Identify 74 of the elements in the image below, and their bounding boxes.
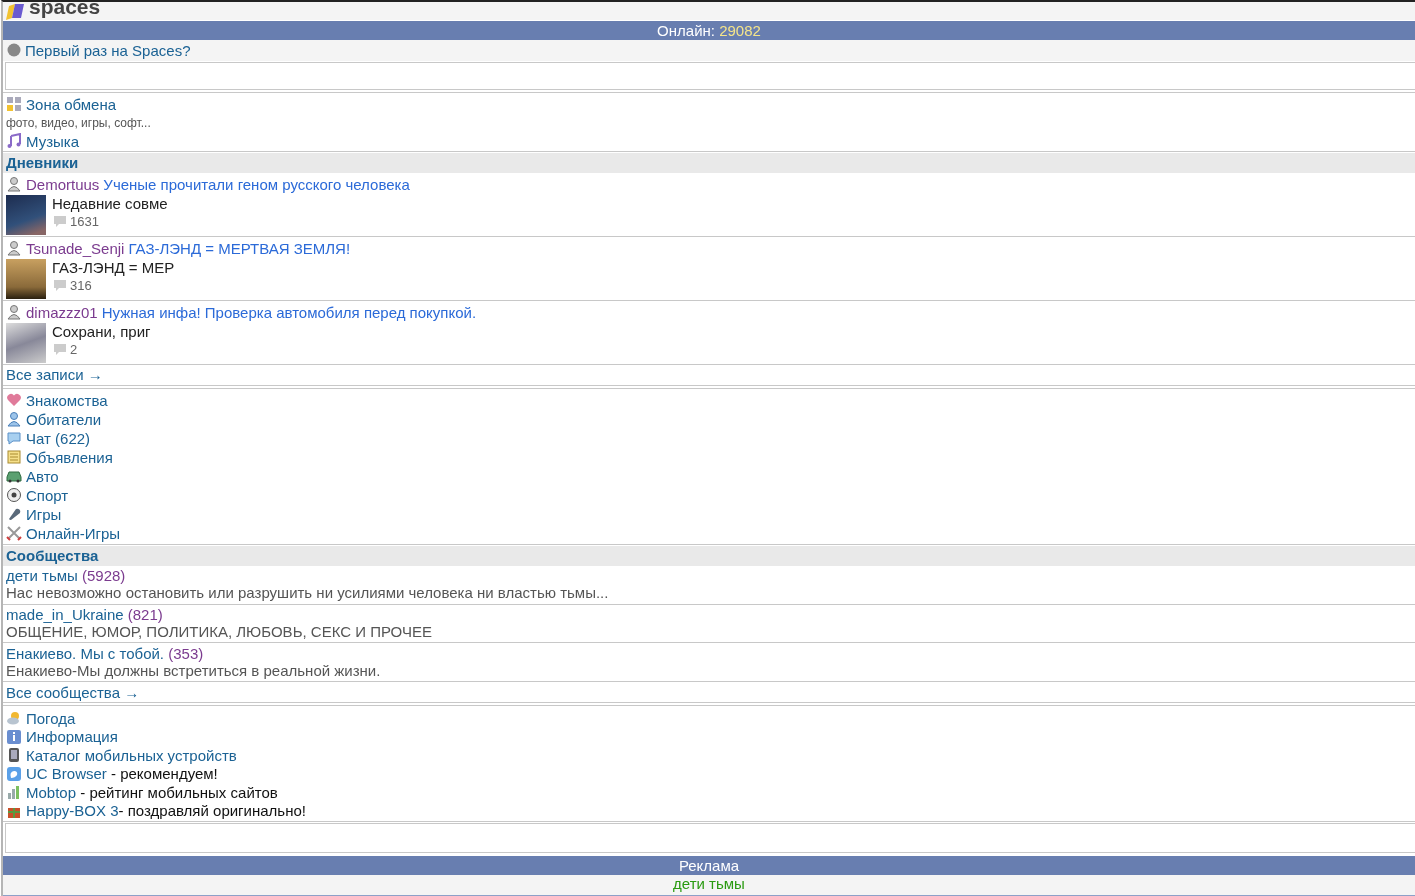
menu-link[interactable]: Знакомства [26, 391, 108, 409]
grid-icon [6, 96, 22, 113]
service-note: - рекомендуем! [110, 765, 218, 783]
exchange-subtitle: фото, видео, игры, софт... [6, 114, 152, 132]
post-title-link[interactable]: Нужная инфа! Проверка автомобиля перед покупкой. [101, 303, 477, 321]
notice-board-icon [6, 449, 22, 466]
menu-link[interactable]: Чат (622) [26, 429, 91, 447]
user-icon [6, 176, 22, 193]
ad-link[interactable]: дети тьмы [673, 875, 745, 893]
community-description: ОБЩЕНИЕ, ЮМОР, ПОЛИТИКА, ЛЮБОВЬ, СЕКС И ПРОЧЕЕ [6, 622, 433, 641]
photo-placeholder [6, 258, 46, 299]
service-note: - поздравляй оригинально! [118, 802, 306, 820]
logo-icon [5, 3, 25, 20]
all-communities-link[interactable]: Все сообщества → [6, 683, 140, 701]
post-excerpt: Сохрани, приг [52, 322, 151, 341]
post-excerpt: Недавние совме [52, 194, 168, 213]
menu-link[interactable]: Объявления [26, 448, 113, 466]
menu-link[interactable]: Игры [26, 505, 62, 523]
logo-text: spaces [29, 2, 101, 16]
online-label: Онлайн: [657, 21, 715, 39]
online-count: 29082 [719, 21, 761, 39]
ball-icon [6, 487, 22, 504]
swords-icon [6, 525, 22, 542]
service-link[interactable]: Happy-BOX 3 [26, 802, 119, 820]
user-icon [6, 240, 22, 257]
member-count: (5928) [81, 567, 126, 585]
comment-icon [54, 216, 66, 228]
music-link[interactable]: Музыка [26, 132, 80, 150]
service-link[interactable]: Каталог мобильных устройств [26, 746, 237, 764]
community-link[interactable]: Енакиево. Мы с тобой. [6, 644, 165, 662]
menu-link[interactable]: Авто [26, 467, 59, 485]
community-description: Енакиево-Мы должны встретиться в реальной жизни. [6, 661, 382, 680]
post-title-link[interactable]: Ученые прочитали геном русского человека [103, 175, 410, 193]
communities-heading: Сообщества [3, 545, 1415, 566]
author-link[interactable]: Demortuus [26, 175, 100, 193]
service-link[interactable]: Информация [26, 728, 118, 746]
heart-icon [6, 392, 22, 409]
community-description: Нас невозможно остановить или разрушить ни усилиями человека ни властью тьмы... [6, 584, 610, 603]
member-count: (821) [127, 605, 163, 623]
music-note-icon [6, 133, 22, 150]
community-link[interactable]: made_in_Ukraine [6, 605, 124, 623]
sun-cloud-icon [6, 710, 22, 727]
exchange-link[interactable]: Зона обмена [26, 95, 117, 113]
user-icon [6, 411, 22, 428]
first-time-link[interactable]: Первый раз на Spaces? [25, 41, 191, 59]
post-title-link[interactable]: ГАЗ-ЛЭНД = МЕРТВАЯ ЗЕМЛЯ! [128, 239, 351, 257]
car-icon [6, 468, 22, 485]
service-note: - рейтинг мобильных сайтов [79, 783, 278, 801]
photo-placeholder [6, 322, 46, 363]
author-link[interactable]: dimazzz01 [26, 303, 98, 321]
author-link[interactable]: Tsunade_Senji [26, 239, 125, 257]
ads-heading: Реклама [3, 856, 1415, 876]
info-icon [6, 728, 22, 745]
menu-link[interactable]: Онлайн-Игры [26, 524, 121, 542]
menu-link[interactable]: Обитатели [26, 410, 102, 428]
diaries-heading: Дневники [3, 152, 1415, 173]
comment-count: 2 [70, 342, 78, 358]
phone-icon [6, 747, 22, 764]
service-link[interactable]: UC Browser [26, 765, 107, 783]
photo-placeholder [6, 194, 46, 235]
speech-bubble-icon [6, 430, 22, 447]
comment-icon [54, 344, 66, 356]
comment-count: 1631 [70, 214, 99, 230]
member-count: (353) [168, 644, 204, 662]
menu-link[interactable]: Спорт [26, 486, 69, 504]
user-icon [6, 304, 22, 321]
post-excerpt: ГАЗ-ЛЭНД = МЕР [52, 258, 175, 277]
service-link[interactable]: Mobtop [26, 783, 77, 801]
service-link[interactable]: Погода [26, 709, 76, 727]
all-posts-link[interactable]: Все записи → [6, 366, 103, 384]
community-link[interactable]: дети тьмы [6, 567, 78, 585]
comment-count: 316 [70, 278, 92, 294]
bar-chart-icon [6, 784, 22, 801]
comment-icon [54, 280, 66, 292]
